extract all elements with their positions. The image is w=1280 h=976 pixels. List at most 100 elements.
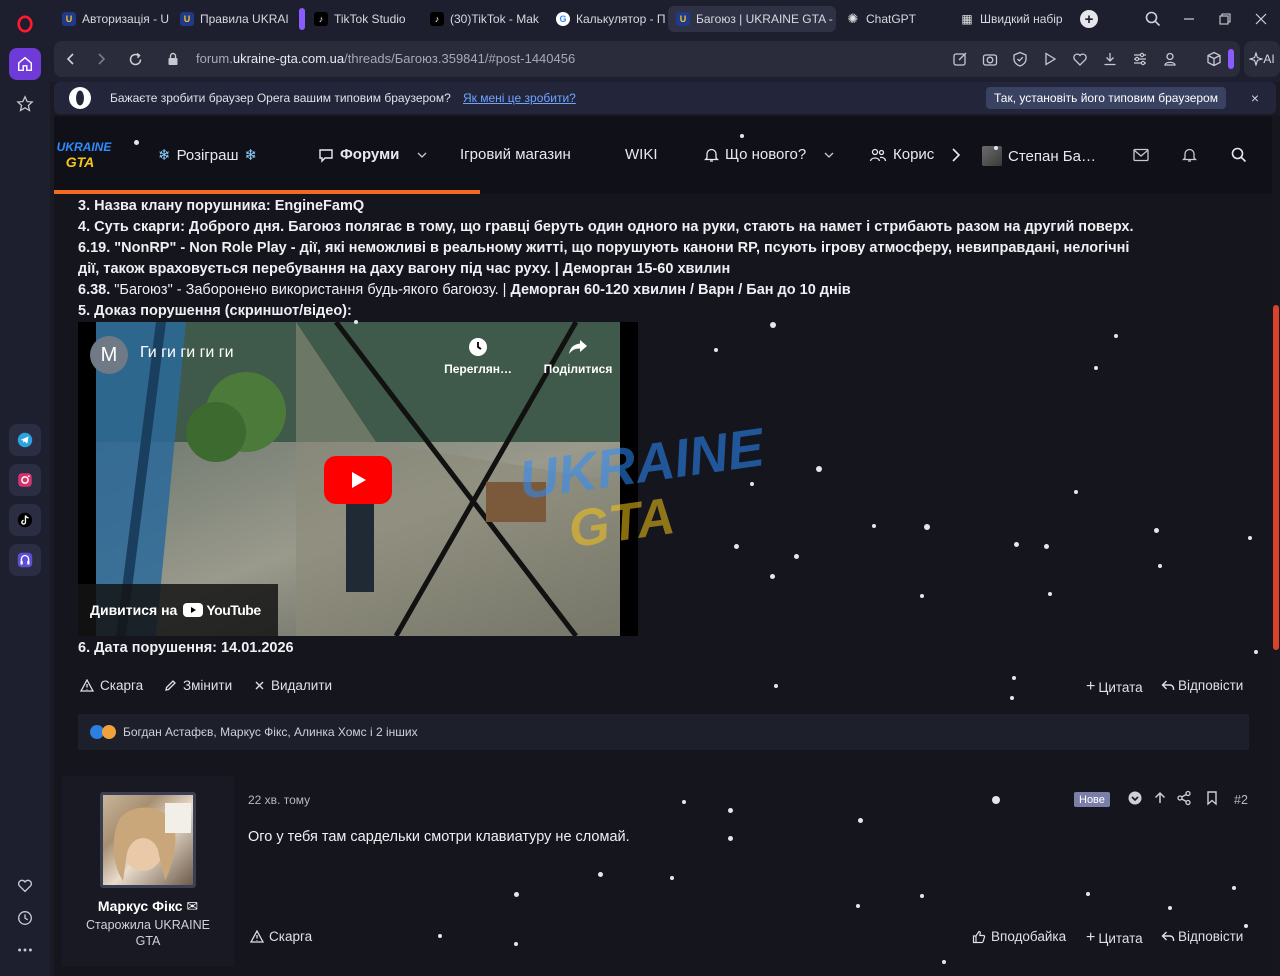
reply-icon (1161, 680, 1175, 690)
delete-link[interactable]: Видалити (254, 678, 332, 693)
video-title[interactable]: Ги ги ги ги ги (140, 344, 234, 362)
svg-text:GTA: GTA (66, 154, 95, 170)
bookmark-icon[interactable] (1204, 790, 1220, 806)
chevron-right-icon[interactable] (950, 148, 962, 162)
tab-rules[interactable]: U Правила UKRAIN (172, 6, 288, 32)
banner-howto-link[interactable]: Як мені це зробити? (463, 91, 576, 105)
report-link[interactable]: Скарга (80, 678, 143, 693)
banner-close-icon[interactable]: × (1246, 89, 1264, 107)
edit-page-icon[interactable] (952, 51, 968, 67)
snowflake-dot (728, 808, 733, 813)
minimize-icon[interactable] (1178, 8, 1200, 30)
nav-whats-new[interactable]: Що нового? (704, 146, 834, 163)
like-link[interactable]: Вподобайка (972, 929, 1066, 944)
new-tab-plus-icon[interactable]: + (1080, 10, 1098, 28)
envelope-icon[interactable]: ✉ (186, 898, 198, 914)
bookmarks-star-icon[interactable] (9, 88, 41, 120)
snowflake-dot (924, 524, 930, 530)
mail-icon[interactable] (1133, 148, 1149, 162)
play-button[interactable] (324, 456, 392, 504)
ukraine-gta-icon: U (62, 12, 76, 26)
ukraine-gta-logo[interactable]: UKRAINE GTA (56, 136, 112, 172)
share-button[interactable]: Поділитися (536, 336, 620, 376)
snowflake-icon: ❄ (158, 147, 171, 164)
reactions-bar[interactable]: Богдан Астафєв, Маркус Фікс, Алинка Хомс… (78, 714, 1249, 750)
nav-users[interactable]: Корис (869, 146, 934, 163)
forward-icon[interactable] (92, 50, 110, 68)
share-icon[interactable] (1176, 790, 1192, 806)
music-player-icon[interactable] (9, 544, 41, 576)
tab-speed-dial[interactable]: ▦ Швидкий набір (952, 6, 1078, 32)
author-avatar[interactable] (100, 792, 196, 888)
tab-chatgpt[interactable]: ✺ ChatGPT (838, 6, 942, 32)
download-icon[interactable] (1102, 51, 1118, 67)
snowflake-dot (992, 796, 1000, 804)
post-timestamp[interactable]: 22 хв. тому (248, 793, 310, 807)
forum-page: UKRAINE GTA ❄ Розіграш ❄ Форуми Ігровий … (54, 116, 1280, 976)
nav-account[interactable]: Степан Ба… (982, 146, 1096, 166)
channel-avatar[interactable]: M (90, 336, 128, 374)
quote-link[interactable]: + Цитата (1086, 678, 1143, 696)
post-number[interactable]: #2 (1234, 793, 1248, 807)
shield-icon[interactable] (1012, 51, 1028, 67)
watch-later-button[interactable]: Переглян… (436, 336, 520, 376)
lock-icon[interactable] (164, 50, 182, 68)
tab-calculator[interactable]: G Калькулятор - П (548, 6, 666, 32)
tab-search-icon[interactable] (1142, 8, 1164, 30)
notifications-bell-icon[interactable] (1182, 147, 1197, 163)
easy-setup-icon[interactable] (1132, 51, 1148, 67)
url-field[interactable]: forum.ukraine-gta.com.ua/threads/Багоюз.… (196, 51, 575, 66)
snowflake-dot (770, 574, 775, 579)
bookmark-check-icon[interactable] (1127, 790, 1143, 806)
back-icon[interactable] (62, 50, 80, 68)
snowflake-dot (514, 942, 518, 946)
close-window-icon[interactable] (1250, 8, 1272, 30)
chevron-down-icon[interactable] (824, 150, 834, 160)
instagram-icon[interactable] (9, 464, 41, 496)
player-play-icon[interactable] (1042, 51, 1058, 67)
arrow-up-icon[interactable] (1152, 790, 1168, 806)
profile-icon[interactable] (1162, 51, 1178, 67)
nav-giveaway[interactable]: ❄ Розіграш ❄ (158, 146, 257, 165)
report-link[interactable]: Скарга (250, 929, 312, 944)
nav-forums[interactable]: Форуми (318, 146, 427, 163)
watch-on-youtube[interactable]: Дивитися на YouTube (78, 584, 278, 636)
svg-text:UKRAINE: UKRAINE (57, 140, 112, 154)
chevron-down-icon[interactable] (417, 150, 427, 160)
tab-bagoyuz-active[interactable]: U Багоюз | UKRAINE GTA - I (668, 6, 836, 32)
aria-ai-button[interactable]: AI (1244, 41, 1280, 77)
snowflake-dot (750, 482, 754, 486)
snowflake-dot (714, 348, 718, 352)
tab-tiktok-feed[interactable]: ♪ (30)TikTok - Mak (422, 6, 544, 32)
snowflake-dot (740, 134, 744, 138)
reply-link[interactable]: Відповісти (1161, 678, 1243, 693)
home-icon[interactable] (9, 48, 41, 80)
nav-shop[interactable]: Ігровий магазин (460, 146, 571, 163)
history-clock-icon[interactable] (9, 902, 41, 934)
nav-wiki[interactable]: WIKI (625, 146, 658, 163)
extensions-cube-icon[interactable] (1206, 51, 1222, 67)
more-dots-icon[interactable] (9, 934, 41, 966)
tiktok-icon[interactable] (9, 504, 41, 536)
tab-tiktok-studio[interactable]: ♪ TikTok Studio (306, 6, 420, 32)
youtube-logo: YouTube (183, 602, 261, 618)
reactions-users[interactable]: Богдан Астафєв, Маркус Фікс, Алинка Хомс… (123, 725, 418, 739)
tab-authorization[interactable]: U Авторизація - U (54, 6, 170, 32)
reload-icon[interactable] (126, 50, 144, 68)
opera-menu-icon[interactable] (9, 8, 41, 40)
post-reply: Маркус Фікс ✉ Старожила UKRAINE GTA 22 х… (62, 776, 1272, 966)
heart-icon[interactable] (1072, 51, 1088, 67)
snowflake-dot (438, 934, 442, 938)
quote-link[interactable]: + Цитата (1086, 929, 1143, 947)
reply-link[interactable]: Відповісти (1161, 929, 1243, 944)
edit-link[interactable]: Змінити (164, 678, 232, 693)
telegram-icon[interactable] (9, 424, 41, 456)
author-name[interactable]: Маркус Фікс ✉ (62, 898, 234, 915)
page-scrollbar-thumb[interactable] (1273, 305, 1279, 650)
set-default-button[interactable]: Так, установіть його типовим браузером (986, 87, 1226, 109)
camera-snapshot-icon[interactable] (982, 51, 998, 67)
favorites-heart-icon[interactable] (9, 870, 41, 902)
restore-icon[interactable] (1214, 8, 1236, 30)
snowflake-dot (1010, 696, 1014, 700)
site-search-icon[interactable] (1231, 147, 1247, 163)
